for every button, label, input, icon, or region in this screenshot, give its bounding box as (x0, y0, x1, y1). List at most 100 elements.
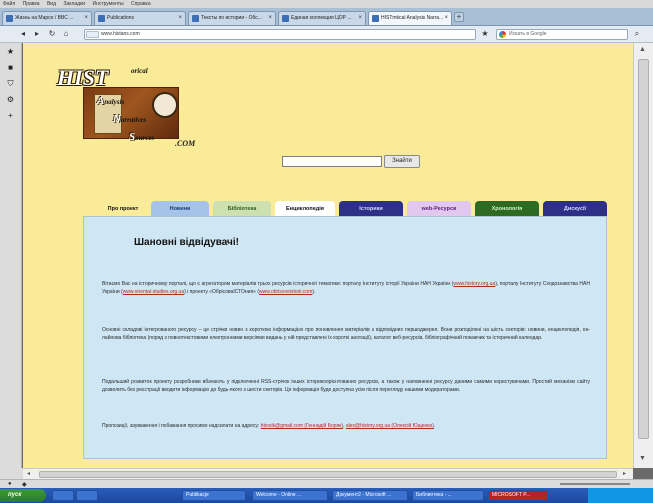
menu-tools[interactable]: Инструменты (92, 1, 123, 7)
browser-tab-3[interactable]: Тексты по истории - Обс... × (188, 11, 276, 25)
tab-news[interactable]: Новини (151, 201, 209, 217)
bookmark-icon[interactable]: ■ (6, 63, 15, 72)
logo-com: .COM (175, 139, 196, 148)
logo-letter-n: N (113, 113, 121, 125)
new-tab-button[interactable]: + (454, 12, 464, 22)
close-icon[interactable]: × (268, 12, 272, 25)
menu-bookmarks[interactable]: Закладки (63, 1, 85, 7)
plus-icon[interactable]: + (6, 111, 15, 120)
tab-historians[interactable]: Історики (339, 201, 403, 217)
browser-tabstrip: Жизнь на Марсе / BBC ... × Publications … (0, 8, 653, 26)
os-taskbar: пуск Publikacje Welcome - Online ... Док… (0, 488, 653, 503)
link-oriental-studies[interactable]: www.oriental-studies.org.ua (123, 289, 184, 295)
scroll-down-icon[interactable]: ▼ (639, 455, 646, 462)
status-bar: ● ◆ (0, 479, 653, 488)
contact-paragraph: Пропозиції, зауваження і побажання проси… (102, 423, 590, 431)
browser-sidebar: ★ ■ ⛉ ⚙ + (0, 43, 22, 468)
browser-search-placeholder: Искать в Google (509, 31, 547, 37)
close-icon[interactable]: × (178, 12, 182, 25)
home-icon[interactable]: ⌂ (61, 29, 71, 39)
bookmark-star-icon[interactable]: ★ (480, 29, 490, 39)
gear-icon[interactable]: ⚙ (6, 95, 15, 104)
reload-icon[interactable]: ↻ (47, 29, 57, 39)
scroll-up-icon[interactable]: ▲ (639, 46, 646, 53)
intro-text-1: Вітаємо Вас на історичному порталі, що є… (102, 281, 454, 287)
taskbar-item-1[interactable] (52, 490, 74, 501)
horizontal-scrollbar[interactable]: ◂ ▸ (23, 468, 633, 479)
sidebar-bottom (0, 468, 23, 479)
horizontal-scroll-thumb[interactable] (39, 471, 617, 478)
browser-tab-active[interactable]: HISTmtical Analysis Narra... × (368, 11, 452, 25)
page-content: HIST orical Analysis Narratives Sources … (23, 43, 633, 468)
tab-encyclopedia[interactable]: Енциклопедія (275, 201, 335, 217)
close-icon[interactable]: × (444, 12, 448, 25)
site-logo[interactable]: HIST orical Analysis Narratives Sources … (57, 57, 247, 157)
browser-tab-4[interactable]: Единая коллекция ЦОР ... × (278, 11, 366, 25)
vertical-scrollbar[interactable]: ▲ ▼ (633, 43, 653, 468)
site-search-input[interactable] (282, 156, 382, 167)
intro-paragraph: Вітаємо Вас на історичному порталі, що є… (102, 281, 590, 296)
browser-tab-1[interactable]: Жизнь на Марсе / BBC ... × (2, 11, 92, 25)
link-obrisove[interactable]: www.obrisoveistorii.com (259, 289, 312, 295)
about-panel: Шановні відвідувачі! Вітаємо Вас на істо… (83, 216, 607, 459)
browser-navbar: ◂ ▸ ↻ ⌂ www.histans.com ★ Искать в Googl… (0, 26, 653, 43)
contact-text-1: Пропозиції, зауваження і побажання проси… (102, 423, 261, 429)
taskbar-item-3[interactable]: Publikacje (182, 490, 246, 501)
tab-discussions[interactable]: Дискусії (543, 201, 607, 217)
star-icon[interactable]: ★ (6, 47, 15, 56)
tab-library[interactable]: Бібліотека (213, 201, 271, 217)
taskbar-item-2[interactable] (76, 490, 98, 501)
close-icon[interactable]: × (358, 12, 362, 25)
tab-web-resources[interactable]: web-Ресурси (407, 201, 471, 217)
logo-word-4-text: ources (135, 134, 155, 142)
close-icon[interactable]: × (84, 12, 88, 25)
favicon-icon (282, 15, 289, 22)
back-arrow-icon[interactable]: ◂ (18, 29, 28, 39)
tab-title: Тексты по истории - Обс... (201, 15, 262, 21)
taskbar-item-6[interactable]: Библиотека - ... (412, 490, 484, 501)
site-identity-icon[interactable] (86, 31, 99, 38)
logo-hist: HIST (57, 65, 109, 90)
browser-search-input[interactable]: Искать в Google (496, 29, 628, 40)
scroll-left-icon[interactable]: ◂ (27, 470, 30, 477)
tab-title: HISTmtical Analysis Narra... (381, 15, 444, 21)
search-go-icon[interactable]: ⌕ (632, 29, 642, 39)
menu-edit[interactable]: Правка (23, 1, 40, 7)
scroll-right-icon[interactable]: ▸ (623, 470, 626, 477)
address-url: www.histans.com (101, 31, 140, 37)
intro-text-4: ). (312, 288, 316, 295)
menu-view[interactable]: Вид (47, 1, 56, 7)
logo-word-3-text: arratives (120, 116, 147, 124)
tab-chronology[interactable]: Хронологія (475, 201, 539, 217)
logo-word-1: orical (131, 67, 148, 75)
vertical-scroll-thumb[interactable] (638, 59, 649, 439)
logo-word-3: Narratives (113, 113, 146, 125)
menu-help[interactable]: Справка (131, 1, 151, 7)
tab-title: Publications (107, 15, 134, 21)
addon-icon[interactable]: ◆ (22, 481, 27, 488)
zoom-slider[interactable] (560, 483, 630, 485)
link-history-org[interactable]: www.history.org.ua (453, 281, 495, 287)
tab-about[interactable]: Про проект (99, 201, 147, 217)
site-search-button[interactable]: Знайти (384, 155, 420, 168)
link-email-boriak[interactable]: hbosik@gmail.com (Геннадій Боряк) (261, 423, 343, 429)
browser-menubar: Файл Правка Вид Закладки Инструменты Спр… (0, 0, 653, 8)
link-email-alex[interactable]: alex@history.org.ua (Олексій Ющенко) (346, 423, 434, 429)
menu-file[interactable]: Файл (3, 1, 15, 7)
logo-word-2: Analysis (97, 95, 124, 107)
taskbar-item-7[interactable]: MICROSOFT P... (488, 490, 548, 501)
status-icon[interactable]: ● (8, 481, 12, 487)
system-tray[interactable] (588, 488, 653, 503)
taskbar-item-4[interactable]: Welcome - Online ... (252, 490, 328, 501)
favicon-icon (372, 15, 379, 22)
logo-word-4: Sources (129, 131, 154, 143)
taskbar-item-5[interactable]: Документ2 - Microsoft ... (332, 490, 408, 501)
start-button[interactable]: пуск (0, 489, 46, 502)
shield-icon[interactable]: ⛉ (6, 79, 15, 88)
forward-arrow-icon[interactable]: ▸ (32, 29, 42, 39)
address-bar[interactable]: www.histans.com (84, 29, 476, 40)
favicon-icon (98, 15, 105, 22)
browser-tab-2[interactable]: Publications × (94, 11, 186, 25)
intro-text-3: ) і проекту «ОбрісоваІСТОния» ( (184, 288, 260, 295)
tab-title: Единая коллекция ЦОР ... (291, 15, 352, 21)
